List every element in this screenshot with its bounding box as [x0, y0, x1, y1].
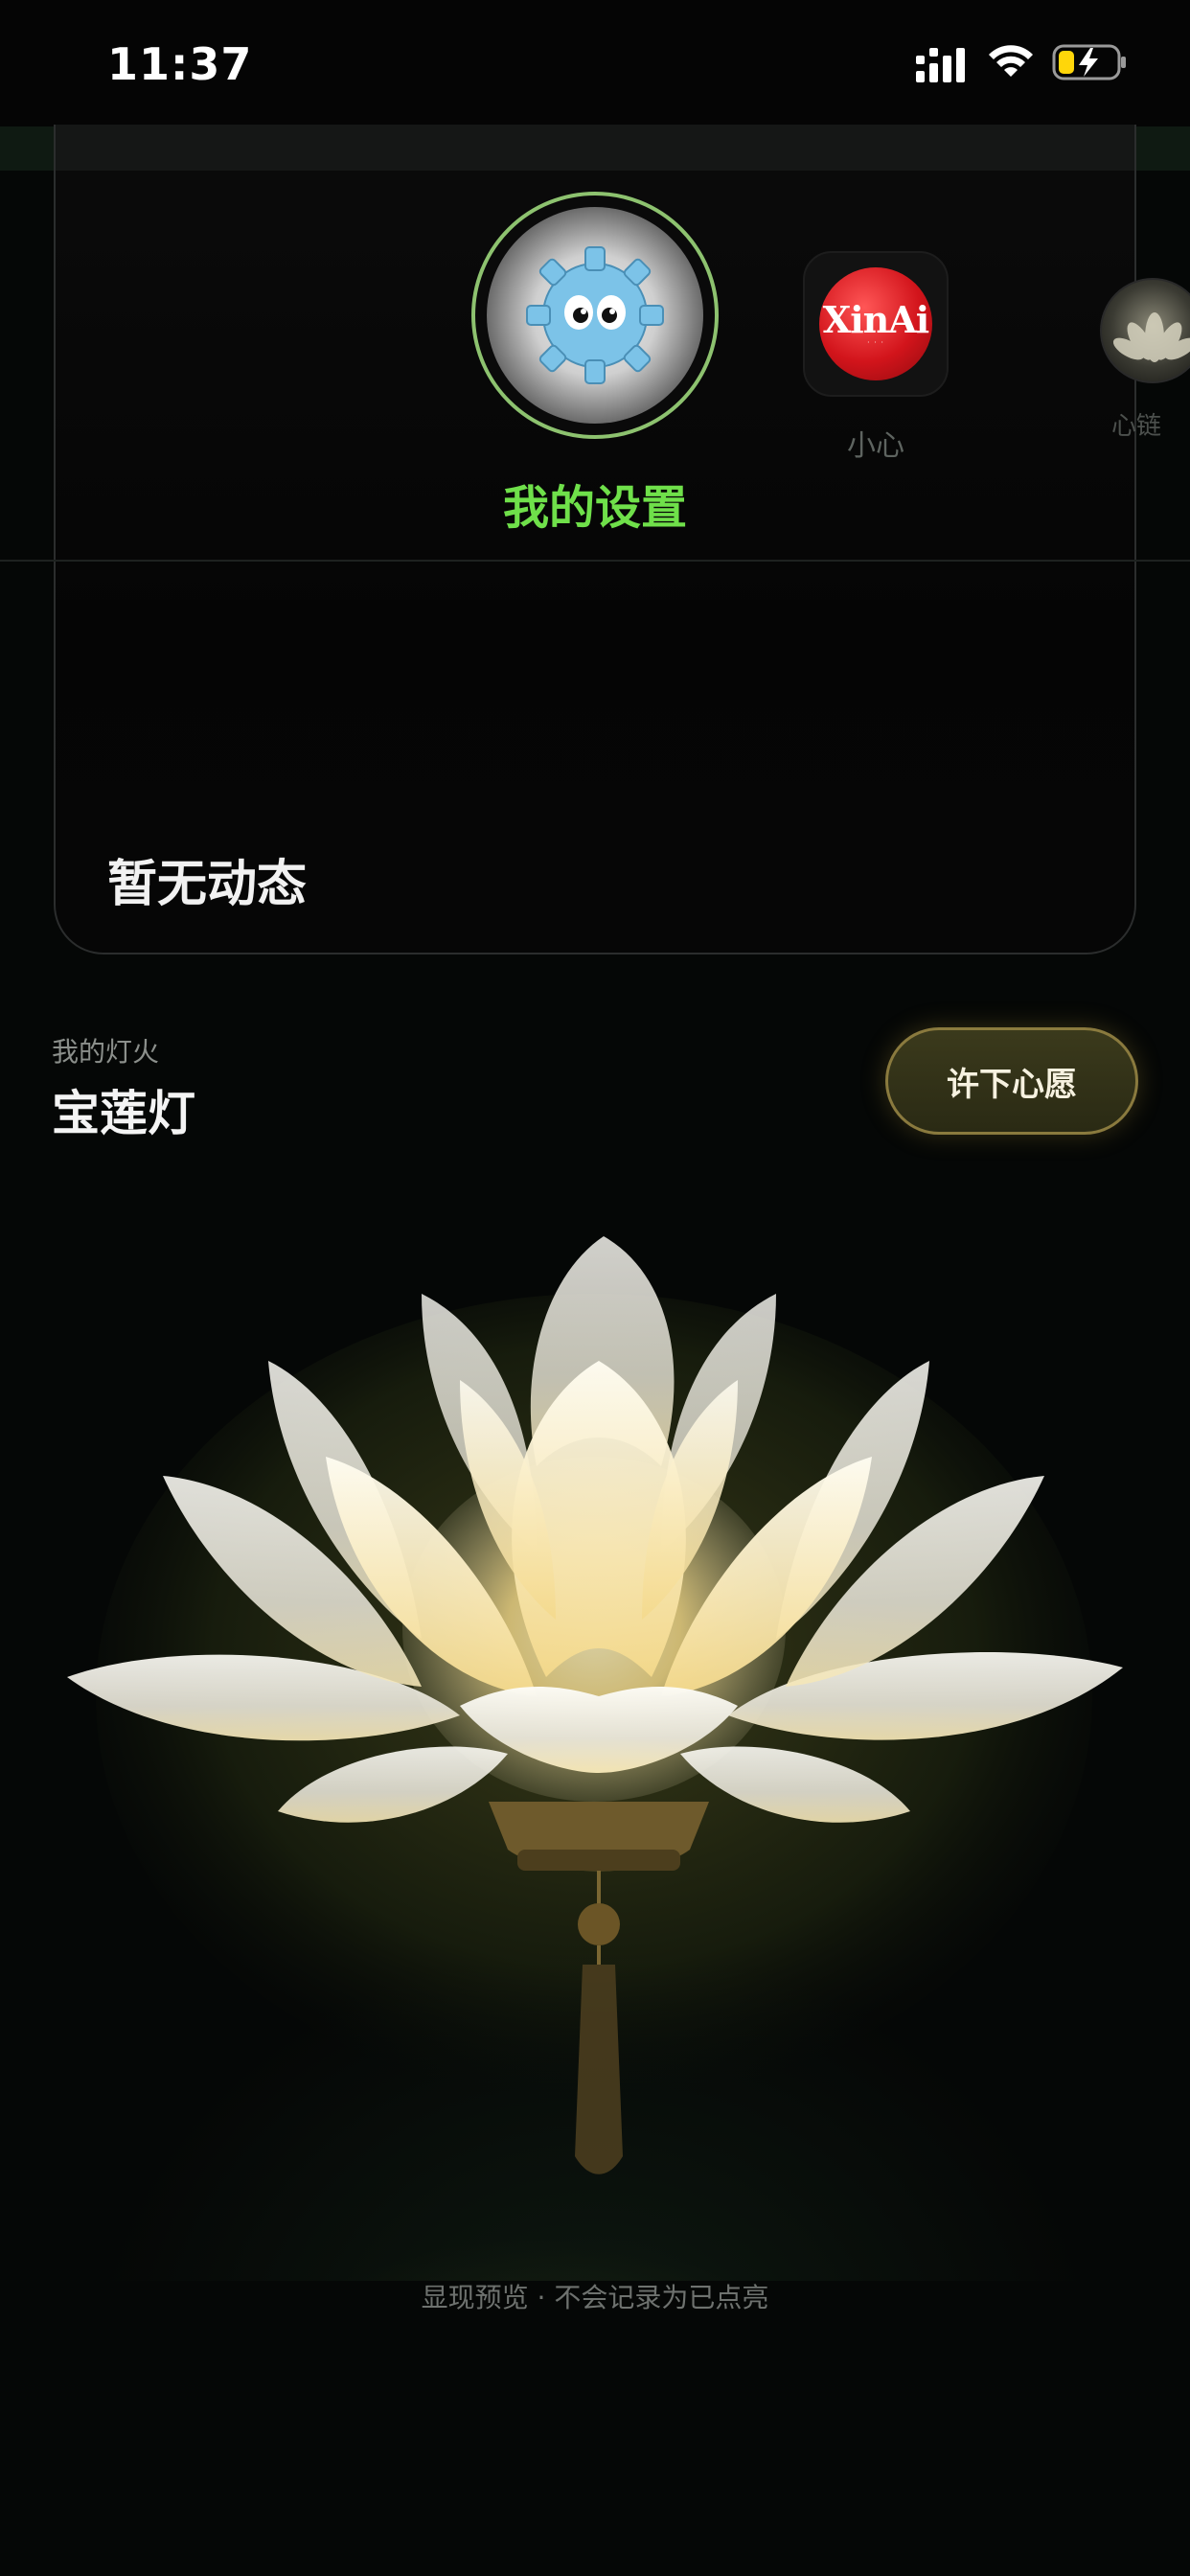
lotus-lamp-image [67, 1236, 1123, 2174]
xinai-logo-text: XinAi [822, 297, 929, 341]
xinai-logo: XinAi · · · [819, 267, 932, 380]
profile-label-xinlian[interactable]: 心链 [1111, 406, 1188, 442]
profile-label-my-settings[interactable]: 我的设置 [471, 470, 719, 537]
xinai-logo-subtext: · · · [867, 337, 884, 347]
profile-avatar-my-settings[interactable] [471, 192, 719, 439]
profile-label-xiaoxin[interactable]: 小心 [803, 422, 949, 464]
status-bar: 11:37 [0, 0, 1190, 126]
cellular-signal-icon [916, 48, 965, 82]
profile-avatar-xiaoxin[interactable]: XinAi · · · [803, 251, 949, 397]
gear-mascot-icon [487, 207, 703, 424]
feed-empty-text: 暂无动态 [107, 856, 308, 913]
wifi-icon [989, 45, 1033, 77]
my-lamp-caption: 我的灯火 [52, 1036, 160, 1068]
my-lamp-title: 宝莲灯 [52, 1086, 195, 1141]
card-top-strip [54, 125, 1136, 171]
battery-charging-icon [1052, 44, 1126, 80]
preview-note: 显现预览 · 不会记录为已点亮 [421, 2282, 769, 2313]
profile-divider [0, 560, 1190, 562]
lotus-icon [1112, 312, 1190, 362]
make-wish-button[interactable]: 许下心愿 [885, 1027, 1138, 1135]
status-time: 11:37 [107, 38, 253, 90]
